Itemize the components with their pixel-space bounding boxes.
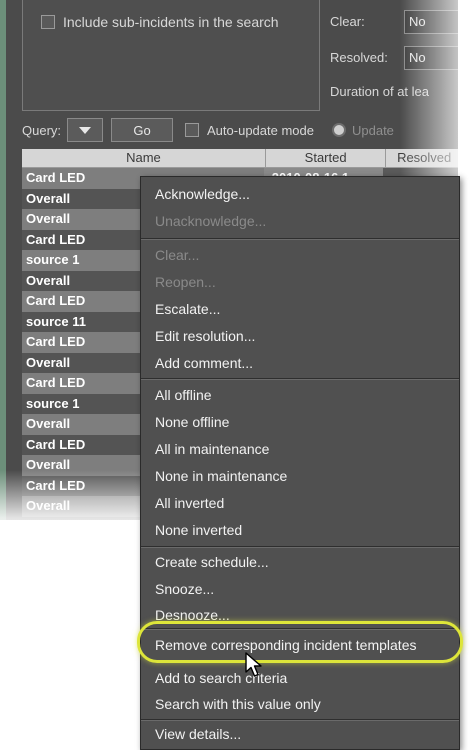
menu-item-search-with-value[interactable]: Search with this value only — [141, 693, 459, 715]
context-menu: Acknowledge... Unacknowledge... Clear...… — [140, 176, 460, 750]
go-button[interactable]: Go — [111, 118, 174, 142]
query-toolbar: Query: Go Auto-update mode Update — [22, 117, 458, 143]
query-dropdown[interactable] — [67, 118, 104, 142]
clear-label: Clear: — [330, 14, 365, 29]
search-options-panel: Include sub-incidents in the search — [22, 0, 320, 111]
menu-separator — [141, 378, 459, 380]
menu-item-all-offline[interactable]: All offline — [141, 384, 459, 406]
menu-separator — [141, 719, 459, 721]
menu-item-desnooze[interactable]: Desnooze... — [141, 604, 459, 626]
include-sub-incidents-label: Include sub-incidents in the search — [63, 14, 279, 30]
menu-item-unacknowledge[interactable]: Unacknowledge... — [141, 210, 459, 232]
menu-separator — [141, 238, 459, 240]
include-sub-incidents-checkbox[interactable] — [41, 15, 55, 29]
menu-item-clear[interactable]: Clear... — [141, 244, 459, 266]
menu-item-remove-incident-templates[interactable]: Remove corresponding incident templates — [141, 634, 459, 656]
table-header: Name Started Resolved — [22, 149, 458, 168]
menu-item-escalate[interactable]: Escalate... — [141, 298, 459, 320]
menu-item-create-schedule[interactable]: Create schedule... — [141, 551, 459, 573]
menu-item-none-offline[interactable]: None offline — [141, 411, 459, 433]
update-label: Update — [351, 122, 394, 138]
search-filter-fields: Clear: No Resolved: No Duration of at le… — [324, 0, 458, 110]
menu-item-none-inverted[interactable]: None inverted — [141, 519, 459, 541]
mouse-pointer-icon — [245, 652, 262, 677]
dropdown-arrow-icon — [79, 126, 92, 134]
menu-item-none-in-maintenance[interactable]: None in maintenance — [141, 465, 459, 487]
menu-item-acknowledge[interactable]: Acknowledge... — [141, 183, 459, 205]
clear-select[interactable]: No — [404, 10, 458, 34]
menu-item-edit-resolution[interactable]: Edit resolution... — [141, 325, 459, 347]
menu-item-reopen[interactable]: Reopen... — [141, 271, 459, 293]
column-header-resolved[interactable]: Resolved — [386, 149, 458, 167]
column-header-name[interactable]: Name — [22, 149, 266, 167]
update-radio[interactable] — [331, 123, 346, 137]
menu-item-all-in-maintenance[interactable]: All in maintenance — [141, 438, 459, 460]
menu-separator — [141, 628, 459, 630]
resolved-select[interactable]: No — [404, 46, 458, 70]
duration-label: Duration of at lea — [330, 84, 430, 99]
auto-update-label: Auto-update mode — [207, 122, 314, 138]
menu-item-all-inverted[interactable]: All inverted — [141, 492, 459, 514]
column-header-started[interactable]: Started — [266, 149, 387, 167]
include-sub-incidents-option[interactable]: Include sub-incidents in the search — [41, 14, 279, 30]
menu-item-add-comment[interactable]: Add comment... — [141, 352, 459, 374]
auto-update-option[interactable]: Auto-update mode — [185, 123, 314, 138]
resolved-label: Resolved: — [330, 50, 388, 65]
query-label: Query: — [22, 122, 62, 138]
auto-update-checkbox[interactable] — [185, 123, 200, 137]
menu-item-snooze[interactable]: Snooze... — [141, 578, 459, 600]
menu-separator — [141, 546, 459, 548]
menu-item-view-details[interactable]: View details... — [141, 723, 459, 745]
menu-item-add-to-search-criteria[interactable]: Add to search criteria — [141, 667, 459, 689]
